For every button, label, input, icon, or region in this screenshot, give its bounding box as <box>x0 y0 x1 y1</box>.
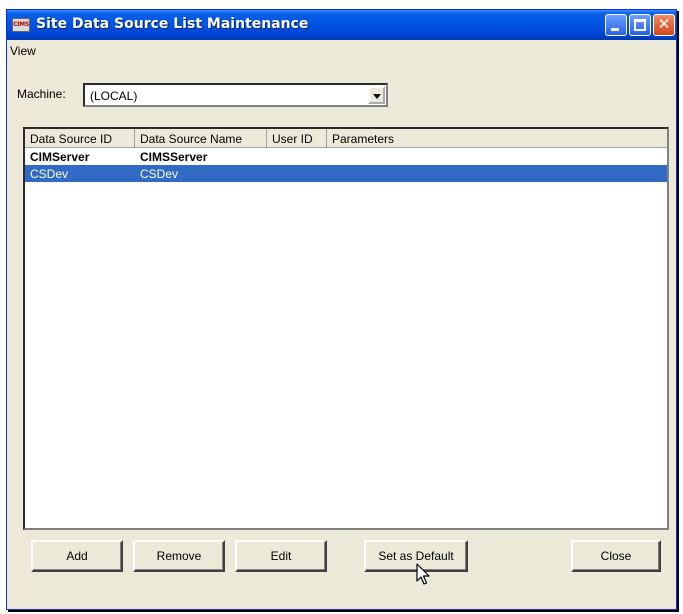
machine-select-value: (LOCAL) <box>90 89 138 103</box>
app-icon: CIMS <box>12 18 30 32</box>
maximize-button[interactable] <box>629 14 651 36</box>
cell-data-source-id: CSDev <box>30 167 69 181</box>
column-header-data-source-id[interactable]: Data Source ID <box>25 129 135 148</box>
machine-label: Machine: <box>17 87 66 101</box>
minimize-button[interactable] <box>605 14 627 36</box>
mouse-cursor-icon <box>416 563 430 585</box>
cell-data-source-name: CIMSServer <box>140 150 208 164</box>
cell-data-source-id: CIMServer <box>30 150 90 164</box>
window-title: Site Data Source List Maintenance <box>36 16 309 32</box>
data-source-list[interactable]: Data Source ID Data Source Name User ID … <box>23 127 669 530</box>
close-icon: ✕ <box>657 15 671 33</box>
list-header: Data Source ID Data Source Name User ID … <box>25 129 667 148</box>
column-header-data-source-name[interactable]: Data Source Name <box>135 129 267 148</box>
minimize-icon <box>611 28 619 31</box>
menu-bar: View <box>7 40 676 62</box>
menu-view[interactable]: View <box>10 44 36 58</box>
remove-button[interactable]: Remove <box>133 540 225 572</box>
table-row[interactable]: CSDev CSDev <box>25 165 667 182</box>
chevron-down-icon <box>373 94 381 99</box>
column-header-parameters[interactable]: Parameters <box>327 129 667 148</box>
main-window: CIMS Site Data Source List Maintenance ✕… <box>6 9 677 610</box>
cell-data-source-name: CSDev <box>140 167 179 181</box>
maximize-icon <box>634 19 646 31</box>
close-window-button[interactable]: ✕ <box>653 14 675 36</box>
machine-select[interactable]: (LOCAL) <box>83 83 388 107</box>
close-button[interactable]: Close <box>571 540 661 572</box>
machine-dropdown-button[interactable] <box>368 86 385 104</box>
edit-button[interactable]: Edit <box>235 540 327 572</box>
column-header-user-id[interactable]: User ID <box>267 129 327 148</box>
table-row[interactable]: CIMServer CIMSServer <box>25 148 667 165</box>
add-button[interactable]: Add <box>31 540 123 572</box>
title-bar[interactable]: CIMS Site Data Source List Maintenance ✕ <box>7 10 676 40</box>
